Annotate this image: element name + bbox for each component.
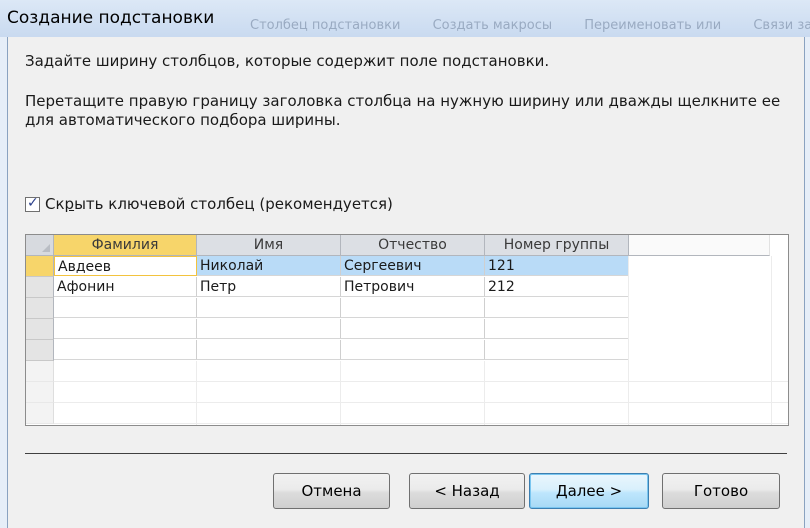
table-row[interactable]: Афонин Петр Петрович 212 bbox=[26, 277, 629, 298]
hide-key-column-label[interactable]: Скрыть ключевой столбец (рекомендуется) bbox=[45, 195, 393, 213]
filler-selector bbox=[26, 382, 54, 403]
table-cell bbox=[54, 319, 197, 339]
row-selector[interactable] bbox=[26, 277, 54, 298]
filler-gridline bbox=[340, 361, 341, 425]
table-cell[interactable]: Сергеевич bbox=[341, 256, 485, 276]
row-selector[interactable] bbox=[26, 298, 54, 319]
table-cell bbox=[197, 340, 341, 360]
filler-area bbox=[54, 361, 788, 382]
empty-row bbox=[26, 340, 629, 361]
filler-row bbox=[26, 361, 788, 382]
lookup-preview-grid[interactable]: Фамилия Имя Отчество Номер группы Авдеев… bbox=[25, 234, 789, 426]
background-ribbon-ghost: Столбец подстановки Создать макросы Пере… bbox=[250, 18, 810, 33]
table-cell bbox=[341, 298, 485, 318]
row-selector[interactable] bbox=[26, 319, 54, 340]
table-cell[interactable]: Авдеев bbox=[54, 256, 197, 276]
filler-area bbox=[54, 403, 788, 424]
table-cell[interactable]: Петр bbox=[197, 277, 341, 297]
divider bbox=[25, 453, 787, 454]
table-cell bbox=[54, 340, 197, 360]
table-cell bbox=[197, 319, 341, 339]
filler-row bbox=[26, 382, 788, 403]
filler-area bbox=[54, 382, 788, 403]
table-cell[interactable]: Петрович bbox=[341, 277, 485, 297]
filler-selector bbox=[26, 361, 54, 382]
table-cell bbox=[485, 298, 629, 318]
row-selector[interactable] bbox=[26, 340, 54, 361]
window-title: Создание подстановки bbox=[7, 8, 215, 28]
column-header[interactable]: Имя bbox=[197, 235, 341, 256]
hint-text: Перетащите правую границу заголовка стол… bbox=[25, 92, 781, 129]
table-cell[interactable]: Афонин bbox=[54, 277, 197, 297]
ghost-text: Столбец подстановки bbox=[250, 18, 401, 33]
empty-row bbox=[26, 319, 629, 340]
empty-row bbox=[26, 298, 629, 319]
table-row[interactable]: Авдеев Николай Сергеевич 121 bbox=[26, 256, 629, 277]
finish-button[interactable]: Готово bbox=[662, 473, 780, 509]
filler-gridline bbox=[196, 361, 197, 425]
table-cell[interactable]: Николай bbox=[197, 256, 341, 276]
table-cell bbox=[341, 319, 485, 339]
back-button[interactable]: < Назад bbox=[409, 473, 525, 509]
filler-gridline bbox=[628, 256, 629, 425]
filler-row bbox=[26, 403, 788, 424]
row-selector[interactable] bbox=[26, 256, 54, 277]
select-all-corner[interactable] bbox=[26, 235, 54, 256]
hide-key-column-option[interactable]: Скрыть ключевой столбец (рекомендуется) bbox=[25, 195, 393, 213]
column-header[interactable]: Фамилия bbox=[54, 235, 197, 256]
filler-selector bbox=[26, 403, 54, 424]
filler-gridline bbox=[484, 361, 485, 425]
table-cell[interactable]: 212 bbox=[485, 277, 629, 297]
empty-header bbox=[629, 235, 770, 256]
title-bar: Столбец подстановки Создать макросы Пере… bbox=[0, 0, 810, 37]
cancel-button[interactable]: Отмена bbox=[273, 473, 390, 509]
ghost-text: Связи зависимостей bbox=[753, 18, 810, 33]
table-cell bbox=[197, 298, 341, 318]
ghost-text: Переименовать или bbox=[584, 18, 722, 33]
table-cell bbox=[485, 319, 629, 339]
table-cell[interactable]: 121 bbox=[485, 256, 629, 276]
table-cell bbox=[341, 340, 485, 360]
column-header[interactable]: Отчество bbox=[341, 235, 485, 256]
table-cell bbox=[54, 298, 197, 318]
hide-key-column-checkbox[interactable] bbox=[25, 195, 40, 212]
table-cell bbox=[485, 340, 629, 360]
column-header[interactable]: Номер группы bbox=[485, 235, 629, 256]
filler-gridline bbox=[771, 256, 772, 425]
wizard-body: Задайте ширину столбцов, которые содержи… bbox=[7, 37, 805, 528]
instruction-text: Задайте ширину столбцов, которые содержи… bbox=[25, 52, 550, 70]
next-button[interactable]: Далее > bbox=[529, 473, 649, 509]
ghost-text: Создать макросы bbox=[432, 18, 553, 33]
